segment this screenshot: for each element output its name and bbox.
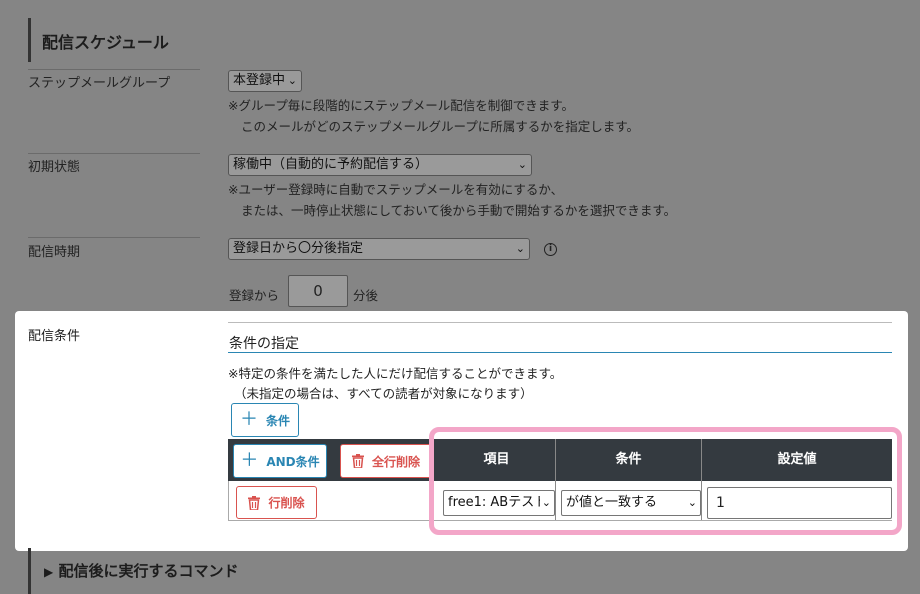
and-condition-button[interactable]: ＋ AND条件	[233, 444, 327, 478]
initial-note-1: ※ユーザー登録時に自動でステップメールを有効にするか、	[228, 182, 564, 197]
timing-label: 配信時期	[28, 245, 81, 260]
group-label: ステップメールグループ	[28, 76, 171, 91]
highlight-frame	[429, 427, 902, 535]
delete-all-rows-button[interactable]: 全行削除	[340, 444, 432, 478]
post-command-title: 配信後に実行するコマンド	[58, 562, 239, 580]
group-note-1: ※グループ毎に段階的にステップメール配信を制御できます。	[228, 98, 574, 113]
group-note-2: このメールがどのステップメールグループに所属するかを指定します。	[241, 119, 640, 134]
timing-select[interactable]: 登録日から〇分後指定 ⌄	[228, 238, 530, 260]
timing-minutes-input[interactable]: 0	[288, 275, 348, 307]
plus-icon: ＋	[240, 450, 259, 471]
page-title: 配信スケジュール	[42, 33, 169, 52]
add-condition-label: 条件	[265, 413, 290, 428]
info-icon[interactable]: i	[544, 243, 557, 256]
conditions-heading: 条件の指定	[229, 336, 299, 352]
plus-icon: ＋	[239, 409, 258, 430]
and-condition-label: AND条件	[266, 454, 320, 469]
conditions-top-divider	[228, 322, 892, 323]
conditions-label: 配信条件	[28, 329, 81, 344]
conditions-note-1: ※特定の条件を満たした人にだけ配信することができます。	[228, 366, 563, 381]
chevron-down-icon: ⌄	[517, 158, 527, 171]
add-condition-button[interactable]: ＋ 条件	[231, 403, 299, 437]
delete-row-button[interactable]: 行削除	[236, 486, 317, 519]
initial-state-value: 稼働中（自動的に予約配信する）	[233, 157, 429, 172]
timing-suffix: 分後	[353, 288, 379, 303]
section-bar	[28, 548, 31, 594]
conditions-heading-underline	[228, 352, 892, 353]
timing-prefix: 登録から	[229, 288, 280, 303]
chevron-down-icon: ⌄	[515, 242, 525, 255]
timing-select-value: 登録日から〇分後指定	[233, 241, 364, 256]
post-command-header[interactable]: ▶ 配信後に実行するコマンド	[44, 560, 238, 581]
group-select[interactable]: 本登録中 ⌄	[228, 70, 302, 92]
row-divider	[28, 69, 200, 70]
section-bar	[28, 18, 31, 62]
group-select-value: 本登録中	[233, 73, 286, 88]
delete-all-label: 全行削除	[371, 454, 420, 469]
trash-icon	[248, 495, 261, 510]
conditions-note-2: （未指定の場合は、すべての読者が対象になります）	[234, 386, 533, 401]
triangle-right-icon: ▶	[44, 565, 54, 579]
trash-icon	[351, 454, 364, 468]
delete-row-label: 行削除	[268, 496, 305, 510]
initial-state-select[interactable]: 稼働中（自動的に予約配信する） ⌄	[228, 154, 532, 176]
chevron-down-icon: ⌄	[287, 74, 297, 87]
initial-note-2: または、一時停止状態にしておいて後から手動で開始するかを選択できます。	[241, 203, 677, 218]
row-divider	[28, 237, 200, 238]
row-divider	[28, 153, 200, 154]
initial-label: 初期状態	[28, 160, 81, 175]
